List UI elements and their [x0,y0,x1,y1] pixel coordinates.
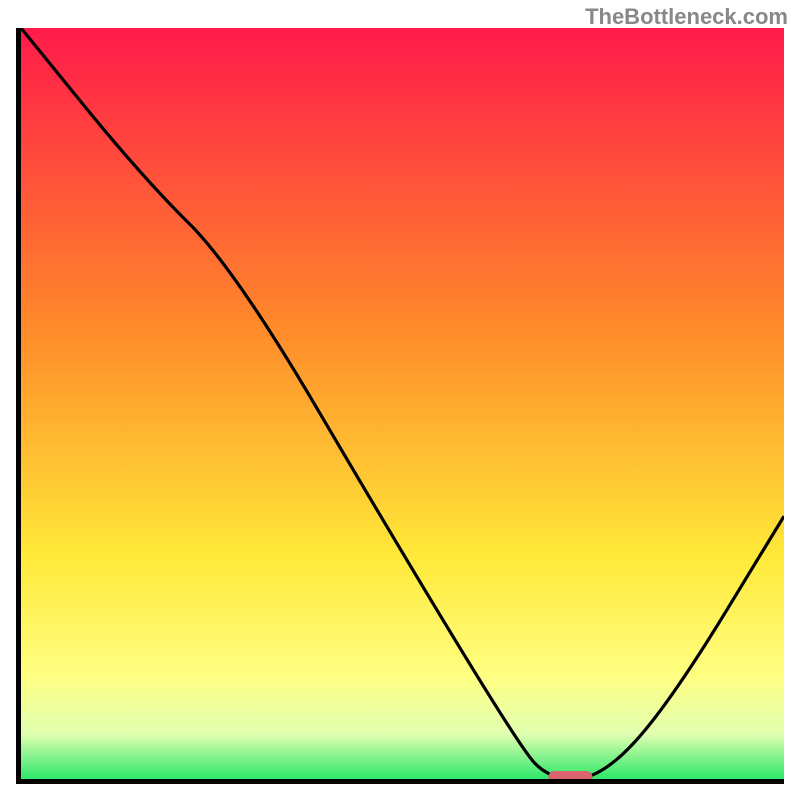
chart-svg [21,28,784,779]
gradient-background [21,28,784,779]
watermark-label: TheBottleneck.com [585,4,788,30]
chart-plot-area [21,28,784,779]
optimal-marker [548,771,592,779]
